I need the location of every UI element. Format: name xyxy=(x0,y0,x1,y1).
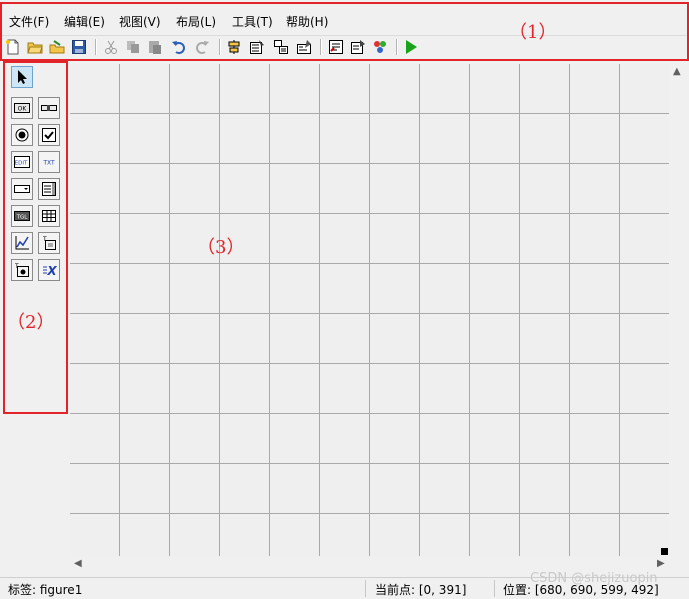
toolbar xyxy=(0,35,689,60)
save-icon[interactable] xyxy=(70,38,88,56)
watermark: CSDN @shejizuopin xyxy=(530,571,658,586)
push-button-tool[interactable]: OK xyxy=(11,97,33,119)
resize-handle[interactable] xyxy=(661,548,668,555)
axes-tool[interactable] xyxy=(11,232,33,254)
radio-button-tool[interactable] xyxy=(11,124,33,146)
edit-text-tool[interactable]: EDIT xyxy=(11,151,33,173)
status-current-point: 当前点: [0, 391] xyxy=(375,583,467,597)
svg-text:X: X xyxy=(46,264,57,278)
popup-menu-tool[interactable] xyxy=(11,178,33,200)
static-text-tool[interactable]: TXT xyxy=(38,151,60,173)
toolbar-separator xyxy=(320,39,322,55)
toolbar-editor-icon[interactable] xyxy=(295,38,313,56)
toolbar-separator xyxy=(219,39,221,55)
menu-view[interactable]: 视图(V) xyxy=(119,13,161,30)
paste-icon[interactable] xyxy=(146,38,164,56)
toolbar-separator xyxy=(95,39,97,55)
vertical-scrollbar[interactable]: ▲ xyxy=(669,64,686,556)
menu-layout[interactable]: 布局(L) xyxy=(176,13,216,30)
svg-text:EDIT: EDIT xyxy=(15,161,28,167)
layout-canvas[interactable] xyxy=(70,64,669,556)
panel-tool[interactable]: T xyxy=(38,232,60,254)
menu-bar: 文件(F) 编辑(E) 视图(V) 布局(L) 工具(T) 帮助(H) xyxy=(0,10,689,32)
mfile-editor-icon[interactable] xyxy=(327,38,345,56)
toggle-button-tool[interactable]: TGL xyxy=(11,205,33,227)
align-icon[interactable] xyxy=(225,38,243,56)
svg-text:OK: OK xyxy=(18,106,28,113)
open-recent-icon[interactable] xyxy=(48,38,66,56)
menu-file[interactable]: 文件(F) xyxy=(9,13,49,30)
redo-icon[interactable] xyxy=(193,38,211,56)
property-inspector-icon[interactable] xyxy=(349,38,367,56)
cut-icon[interactable] xyxy=(102,38,120,56)
svg-text:TXT: TXT xyxy=(42,160,55,167)
status-divider xyxy=(494,580,495,597)
scroll-right-icon[interactable]: ▶ xyxy=(657,558,665,569)
activex-tool[interactable]: X xyxy=(38,259,60,281)
listbox-tool[interactable] xyxy=(38,178,60,200)
slider-tool[interactable] xyxy=(38,97,60,119)
object-browser-icon[interactable] xyxy=(371,38,389,56)
toolbar-separator xyxy=(396,39,398,55)
menu-tools[interactable]: 工具(T) xyxy=(232,13,273,30)
open-icon[interactable] xyxy=(26,38,44,56)
copy-icon[interactable] xyxy=(124,38,142,56)
tab-order-icon[interactable] xyxy=(272,38,290,56)
status-tag: 标签: figure1 xyxy=(8,583,83,597)
button-group-tool[interactable]: T xyxy=(11,259,33,281)
annotation-label-1: （1） xyxy=(509,22,557,43)
svg-text:TGL: TGL xyxy=(16,215,29,221)
status-divider xyxy=(365,580,366,597)
undo-icon[interactable] xyxy=(170,38,188,56)
annotation-label-2: （2） xyxy=(7,312,55,333)
menu-help[interactable]: 帮助(H) xyxy=(286,13,328,30)
scroll-left-icon[interactable]: ◀ xyxy=(74,558,82,569)
scroll-up-icon[interactable]: ▲ xyxy=(673,66,681,77)
table-tool[interactable] xyxy=(38,205,60,227)
checkbox-tool[interactable] xyxy=(38,124,60,146)
svg-text:T: T xyxy=(42,236,47,243)
run-icon[interactable] xyxy=(402,38,420,56)
menu-editor-icon[interactable] xyxy=(248,38,266,56)
new-icon[interactable] xyxy=(4,38,22,56)
annotation-label-3: （3） xyxy=(197,237,245,258)
menu-edit[interactable]: 编辑(E) xyxy=(64,13,105,30)
select-tool[interactable] xyxy=(11,66,33,88)
